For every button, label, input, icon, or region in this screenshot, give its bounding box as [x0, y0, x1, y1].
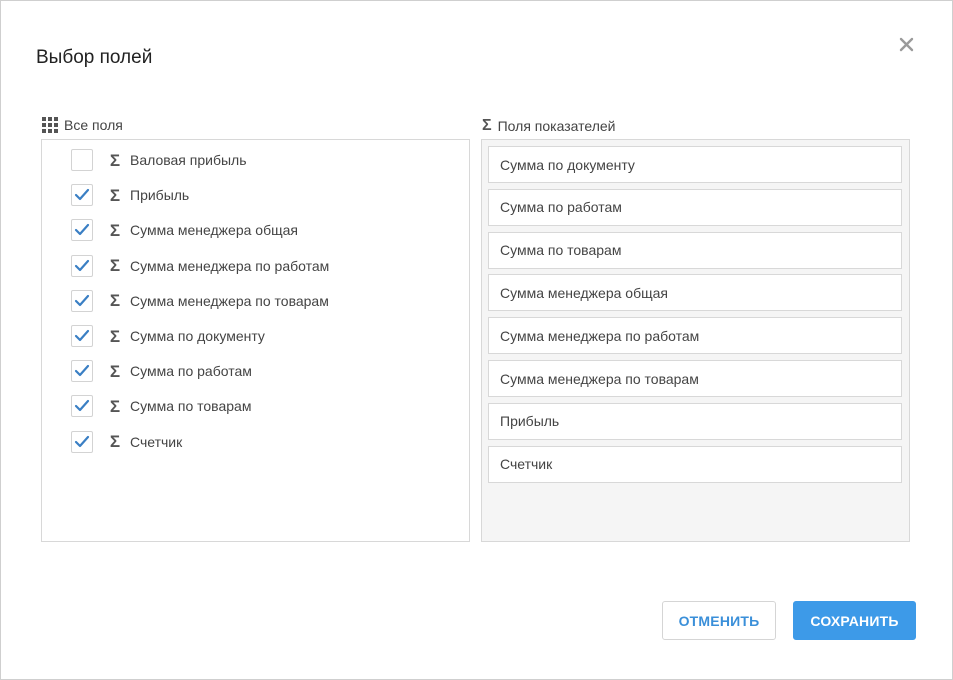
checkmark-icon	[74, 224, 90, 236]
checkbox-checked[interactable]	[71, 325, 93, 347]
checkmark-icon	[74, 400, 90, 412]
checkmark-icon	[74, 189, 90, 201]
measure-item[interactable]: Сумма менеджера общая	[488, 274, 902, 312]
field-row[interactable]: Σ Сумма менеджера по работам	[71, 254, 329, 278]
grid-icon	[42, 117, 58, 133]
field-label: Сумма по товарам	[130, 398, 252, 415]
field-row[interactable]: Σ Сумма менеджера общая	[71, 218, 298, 242]
field-label: Валовая прибыль	[130, 152, 247, 168]
checkbox-checked[interactable]	[71, 184, 93, 207]
field-row[interactable]: Σ Сумма менеджера по товарам	[71, 289, 329, 313]
all-fields-header-label: Все поля	[64, 117, 123, 133]
field-label: Сумма менеджера по работам	[130, 257, 330, 274]
sigma-icon: Σ	[109, 326, 121, 346]
measure-item[interactable]: Сумма по работам	[488, 188, 902, 226]
measures-list[interactable]: Сумма по документу Сумма по работам Сумма …	[481, 139, 910, 542]
checkmark-icon	[74, 435, 90, 447]
sigma-icon: Σ	[109, 185, 121, 205]
sigma-icon: Σ	[109, 291, 121, 311]
measures-header-label: Поля показателей	[497, 118, 616, 134]
measures-header: Σ Поля показателей	[482, 117, 615, 135]
dialog-title: Выбор полей	[36, 47, 153, 68]
all-fields-header: Все поля	[42, 117, 123, 133]
measure-item[interactable]: Сумма менеджера по товарам	[488, 360, 902, 397]
field-row[interactable]: Σ Прибыль	[71, 183, 189, 207]
all-fields-list[interactable]: Σ Валовая прибыль Σ Прибыль Σ Сумма менеджера…	[41, 139, 470, 542]
field-row[interactable]: Σ Сумма по работам	[71, 359, 252, 383]
field-label: Сумма по документу	[130, 328, 265, 344]
field-label: Сумма менеджера по товарам	[130, 292, 329, 309]
field-row[interactable]: Σ Сумма по товарам	[71, 394, 251, 418]
field-selection-dialog: Выбор полей Все поля Σ Поля показателей …	[0, 0, 953, 680]
checkmark-icon	[74, 259, 90, 271]
sigma-icon: Σ	[109, 220, 121, 240]
checkbox-checked[interactable]	[71, 360, 93, 383]
checkbox-checked[interactable]	[71, 219, 93, 242]
measure-item[interactable]: Прибыль	[488, 402, 902, 440]
cancel-button[interactable]: ОТМЕНИТЬ	[662, 601, 776, 640]
field-label: Прибыль	[130, 187, 190, 204]
sigma-icon: Σ	[109, 150, 121, 170]
field-row[interactable]: Σ Сумма по документу	[71, 324, 265, 348]
checkbox-checked[interactable]	[71, 289, 93, 312]
sigma-icon: Σ	[109, 361, 121, 381]
measure-item[interactable]: Сумма по документу	[488, 146, 902, 183]
save-button[interactable]: СОХРАНИТЬ	[793, 601, 916, 640]
close-icon[interactable]	[897, 35, 917, 55]
measure-item[interactable]: Сумма по товарам	[488, 231, 902, 269]
sigma-icon: Σ	[109, 256, 121, 276]
field-label: Счетчик	[130, 433, 183, 450]
checkbox-unchecked[interactable]	[71, 149, 93, 171]
measure-item[interactable]: Сумма менеджера по работам	[488, 317, 902, 355]
checkmark-icon	[74, 294, 90, 306]
field-label: Сумма менеджера общая	[130, 222, 298, 239]
checkbox-checked[interactable]	[71, 430, 93, 453]
sigma-icon: Σ	[109, 396, 121, 416]
field-row[interactable]: Σ Валовая прибыль	[71, 148, 247, 172]
checkbox-checked[interactable]	[71, 254, 93, 277]
checkmark-icon	[74, 365, 90, 377]
field-label: Сумма по работам	[130, 363, 252, 380]
checkbox-checked[interactable]	[71, 395, 93, 418]
sigma-icon: Σ	[482, 117, 492, 134]
checkmark-icon	[74, 329, 90, 342]
field-row[interactable]: Σ Счетчик	[71, 430, 182, 454]
sigma-icon: Σ	[109, 432, 121, 452]
measure-item[interactable]: Счетчик	[488, 445, 902, 483]
